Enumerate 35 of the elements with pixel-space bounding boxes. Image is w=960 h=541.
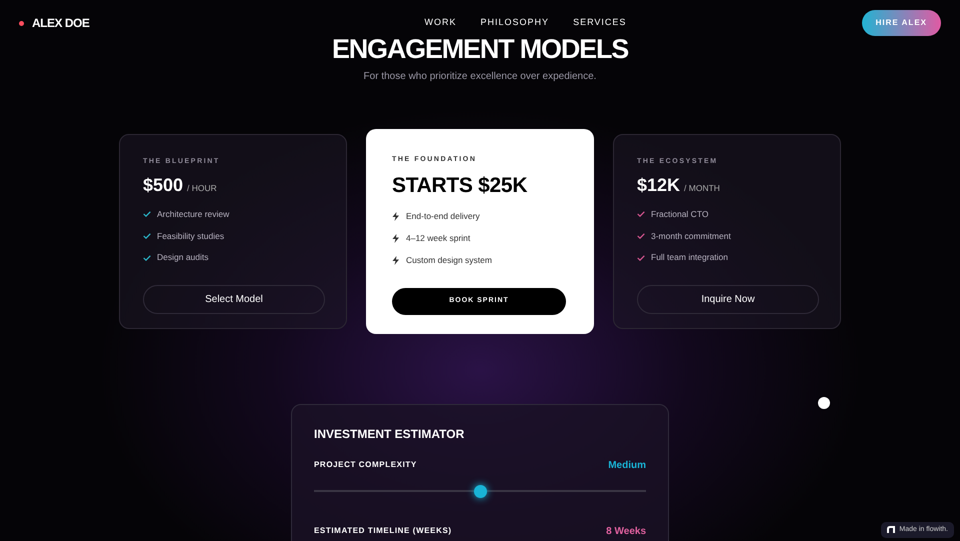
feature-text: Architecture review (157, 208, 230, 221)
page-title: ENGAGEMENT MODELS (330, 33, 630, 66)
feature-text: End-to-end delivery (406, 210, 480, 224)
feature-text: Feasibility studies (157, 230, 224, 242)
bolt-icon (392, 234, 400, 244)
price-unit: / HOUR (187, 182, 217, 195)
price-unit: / MONTH (684, 182, 720, 195)
bolt-icon (392, 212, 400, 222)
feature-text: Design audits (157, 251, 209, 264)
slider-value: Medium (608, 458, 646, 473)
logo-icon (887, 526, 896, 534)
plan-price: $500 (143, 174, 184, 197)
panel-title: INVESTMENT ESTIMATOR (314, 428, 466, 442)
feature-text: 4–12 week sprint (406, 232, 470, 245)
timeline-label: ESTIMATED TIMELINE (WEEKS) (314, 525, 452, 538)
feature-text: Full team integration (651, 251, 728, 264)
feature-text: Fractional CTO (651, 208, 708, 221)
slider-thumb[interactable] (474, 484, 487, 498)
nav-link[interactable]: SERVICES (573, 16, 626, 30)
slider-label: PROJECT COMPLEXITY (314, 459, 417, 472)
feature-text: 3-month commitment (651, 230, 731, 242)
timeline-value: 8 Weeks (606, 524, 646, 539)
brand-name[interactable]: ALEX DOE (32, 14, 90, 32)
feature-text: Custom design system (406, 254, 492, 267)
bolt-icon (392, 256, 400, 265)
status-dot (19, 20, 24, 26)
cursor-dot (818, 397, 830, 409)
plan-price: $12K (637, 174, 680, 197)
hire-button[interactable]: HIRE ALEX (862, 10, 941, 36)
page-subtitle: For those who prioritize excellence over expedience. (362, 70, 598, 84)
plan-button[interactable]: Select Model (143, 285, 325, 314)
nav-link[interactable]: WORK (424, 16, 457, 30)
nav-link[interactable]: PHILOSOPHY (480, 16, 550, 30)
plan-button[interactable]: Inquire Now (637, 285, 819, 314)
plan-price: STARTS $25K (392, 172, 528, 199)
